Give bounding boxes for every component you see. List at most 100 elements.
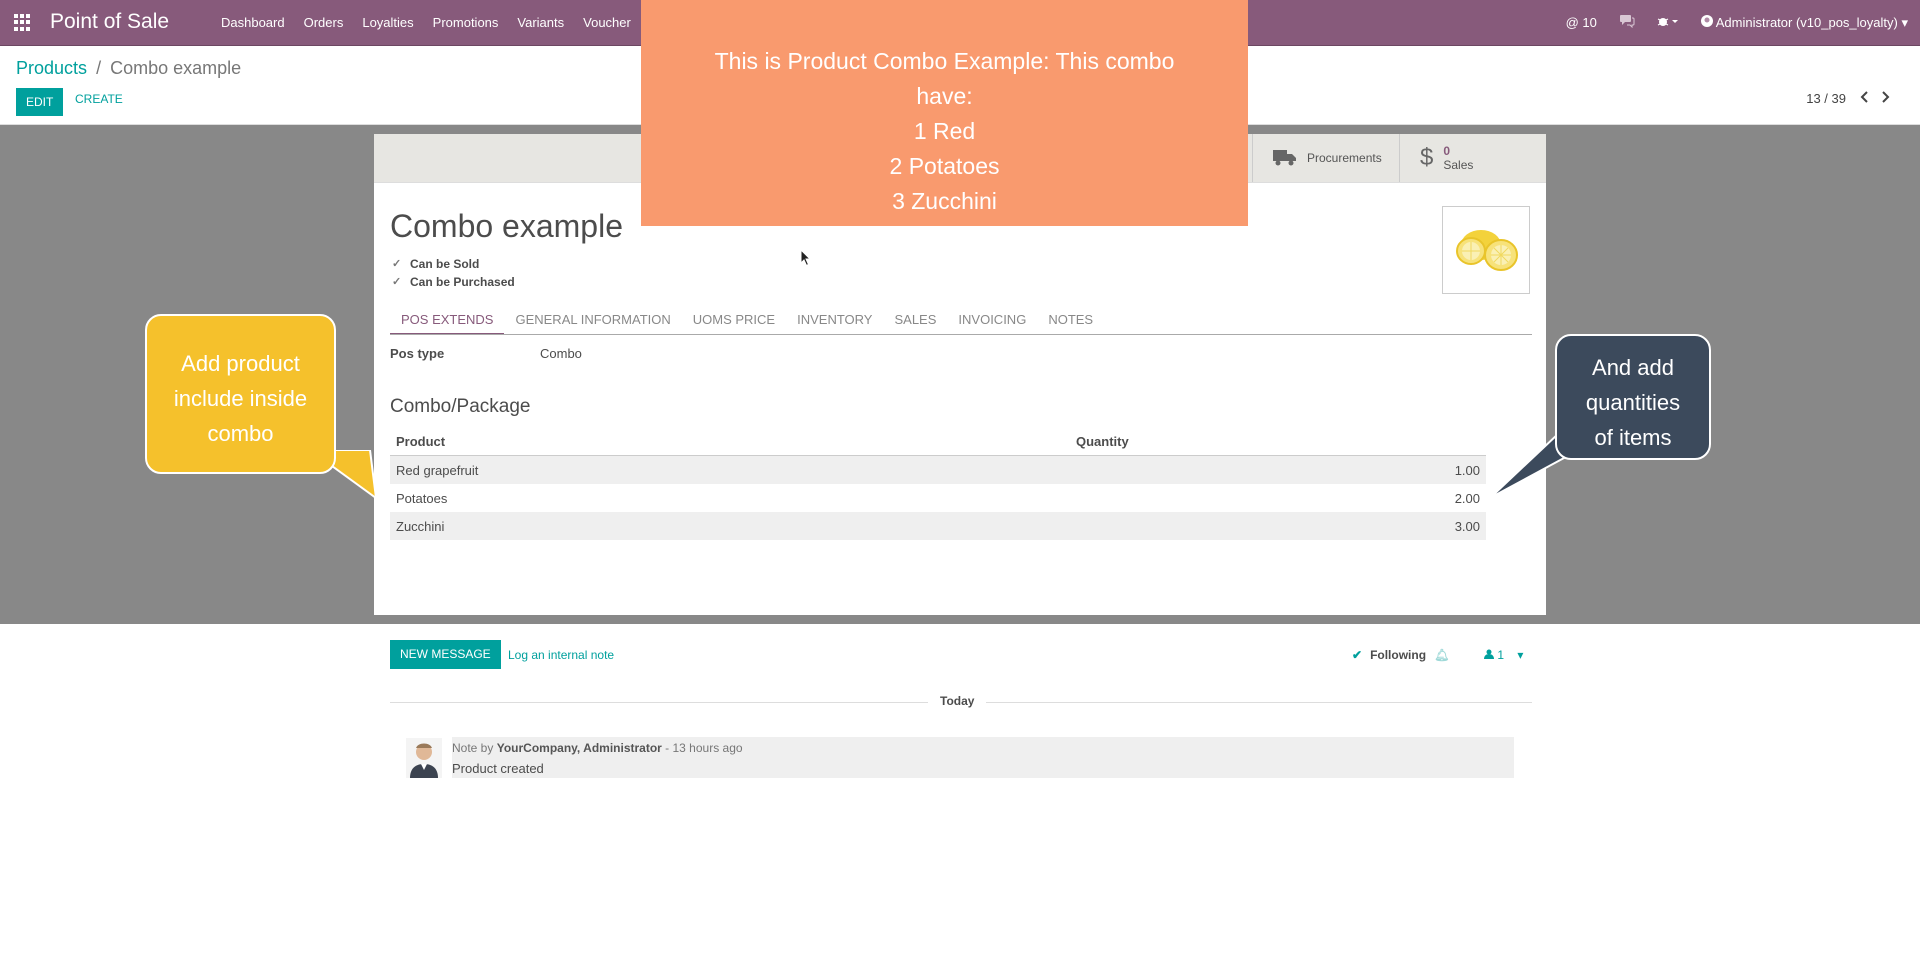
- pager: 13 / 39: [1806, 91, 1890, 106]
- chat-icon[interactable]: [1619, 14, 1635, 31]
- bell-icon[interactable]: 🔔︎: [1434, 648, 1449, 662]
- systray: @ 10 Administrator (v10_pos_loyalty) ▾: [1566, 14, 1908, 31]
- can-be-purchased-checkbox[interactable]: ✓ Can be Purchased: [392, 275, 515, 289]
- follow-button[interactable]: ✔ Following 🔔︎: [1352, 648, 1449, 662]
- message-time: - 13 hours ago: [665, 741, 743, 755]
- message-body: Product created: [452, 761, 544, 776]
- chatter-message: Note by YourCompany, Administrator - 13 …: [452, 737, 1514, 778]
- new-message-button[interactable]: NEW MESSAGE: [390, 640, 501, 669]
- tab-pos-extends[interactable]: POS EXTENDS: [390, 312, 505, 334]
- callout-orange-line: This is Product Combo Example: This comb…: [714, 48, 1175, 74]
- tab-invoicing[interactable]: INVOICING: [947, 312, 1037, 334]
- column-header-quantity[interactable]: Quantity: [1070, 427, 1486, 456]
- callout-navy-line: quantities: [1585, 390, 1681, 415]
- table-row[interactable]: Red grapefruit 1.00: [390, 455, 1486, 484]
- user-menu[interactable]: Administrator (v10_pos_loyalty) ▾: [1700, 14, 1908, 31]
- sales-count: 0: [1443, 144, 1451, 158]
- callout-orange-line: 2 Potatoes: [889, 153, 1000, 179]
- tab-sales[interactable]: SALES: [883, 312, 947, 334]
- message-prefix: Note by: [452, 741, 494, 755]
- user-avatar-icon: [1700, 14, 1713, 27]
- callout-navy: And add quantities of items: [1555, 334, 1711, 460]
- edit-button[interactable]: EDIT: [16, 88, 64, 116]
- chevron-down-icon: ▾: [1517, 648, 1524, 662]
- debug-bug-icon[interactable]: [1657, 14, 1679, 31]
- callout-navy-line: And add: [1592, 355, 1674, 380]
- tab-inventory[interactable]: INVENTORY: [786, 312, 883, 334]
- procurements-label: Procurements: [1307, 151, 1382, 165]
- check-icon: ✓: [392, 258, 402, 270]
- table-row[interactable]: Potatoes 2.00: [390, 484, 1486, 512]
- check-icon: ✔: [1352, 648, 1363, 662]
- followers-count: 1: [1497, 648, 1505, 662]
- date-separator-label: Today: [928, 694, 987, 708]
- create-button[interactable]: CREATE: [75, 92, 123, 106]
- tab-uoms-price[interactable]: UOMS PRICE: [682, 312, 786, 334]
- lemon-image: [1456, 230, 1518, 271]
- sales-label: Sales: [1443, 158, 1474, 172]
- callout-navy-line: of items: [1594, 425, 1672, 450]
- can-be-purchased-label: Can be Purchased: [410, 275, 515, 289]
- breadcrumb-separator: /: [96, 58, 102, 78]
- pager-value[interactable]: 13 / 39: [1806, 91, 1846, 106]
- pos-type-label: Pos type: [390, 346, 445, 361]
- message-author[interactable]: YourCompany, Administrator: [497, 741, 662, 755]
- apps-menu-icon[interactable]: [14, 14, 31, 31]
- mouse-cursor-icon: [800, 249, 812, 267]
- callout-yellow-line: include inside: [173, 386, 308, 411]
- table-row[interactable]: Zucchini 3.00: [390, 512, 1486, 540]
- callout-yellow-line: combo: [207, 421, 274, 446]
- row-product: Potatoes: [396, 490, 448, 506]
- callout-orange-line: have:: [916, 83, 973, 109]
- message-header: Note by YourCompany, Administrator - 13 …: [452, 741, 743, 755]
- app-brand[interactable]: Point of Sale: [50, 10, 169, 34]
- menu-item-orders[interactable]: Orders: [304, 15, 344, 30]
- followers-dropdown[interactable]: 1 ▾: [1484, 648, 1523, 662]
- column-header-product[interactable]: Product: [390, 427, 1070, 456]
- menu-item-voucher[interactable]: Voucher: [583, 15, 631, 30]
- sales-button[interactable]: $ 0 Sales: [1399, 134, 1546, 182]
- check-icon: ✓: [392, 276, 402, 288]
- chevron-down-icon: ▾: [1901, 14, 1908, 30]
- truck-icon: [1273, 148, 1297, 169]
- author-avatar[interactable]: [406, 738, 442, 778]
- row-quantity: 2.00: [1454, 490, 1480, 506]
- tab-general-information[interactable]: GENERAL INFORMATION: [504, 312, 681, 334]
- log-note-link[interactable]: Log an internal note: [508, 648, 614, 662]
- menu-item-dashboard[interactable]: Dashboard: [221, 15, 285, 30]
- user-name: Administrator (v10_pos_loyalty): [1715, 14, 1898, 30]
- menu-item-promotions[interactable]: Promotions: [433, 15, 499, 30]
- breadcrumb-current: Combo example: [110, 58, 242, 78]
- product-name: Combo example: [390, 208, 623, 244]
- pos-type-value[interactable]: Combo: [540, 346, 582, 361]
- pager-previous-icon[interactable]: [1860, 91, 1868, 106]
- combo-table: Product Quantity Red grapefruit 1.00 Pot…: [390, 427, 1486, 540]
- person-icon: [1484, 648, 1497, 662]
- row-product: Zucchini: [390, 512, 1070, 540]
- breadcrumb: Products / Combo example: [16, 58, 241, 79]
- following-label: Following: [1370, 648, 1427, 662]
- tab-notes[interactable]: NOTES: [1037, 312, 1104, 334]
- row-product: Red grapefruit: [390, 455, 1070, 484]
- can-be-sold-checkbox[interactable]: ✓ Can be Sold: [392, 257, 479, 271]
- breadcrumb-products-link[interactable]: Products: [16, 58, 87, 78]
- callout-yellow: Add product include inside combo: [145, 314, 336, 474]
- can-be-sold-label: Can be Sold: [410, 257, 480, 271]
- row-quantity: 3.00: [1070, 512, 1486, 540]
- callout-orange-line: 3 Zucchini: [892, 188, 997, 214]
- dollar-icon: $: [1420, 144, 1434, 171]
- callout-yellow-line: Add product: [181, 351, 300, 376]
- combo-section-title: Combo/Package: [390, 396, 531, 417]
- callout-orange: This is Product Combo Example: This comb…: [641, 0, 1248, 226]
- row-quantity: 1.00: [1070, 455, 1486, 484]
- menu-item-loyalties[interactable]: Loyalties: [362, 15, 413, 30]
- main-menu: Dashboard Orders Loyalties Promotions Va…: [221, 15, 631, 30]
- notebook-tabs: POS EXTENDS GENERAL INFORMATION UOMS PRI…: [390, 312, 1532, 335]
- procurements-button[interactable]: Procurements: [1252, 134, 1399, 182]
- pager-next-icon[interactable]: [1882, 91, 1890, 106]
- mentions-counter[interactable]: @ 10: [1566, 15, 1597, 30]
- product-image[interactable]: [1442, 206, 1530, 294]
- sales-stat: 0 Sales: [1443, 144, 1473, 172]
- menu-item-variants[interactable]: Variants: [517, 15, 564, 30]
- callout-orange-line: 1 Red: [913, 118, 976, 144]
